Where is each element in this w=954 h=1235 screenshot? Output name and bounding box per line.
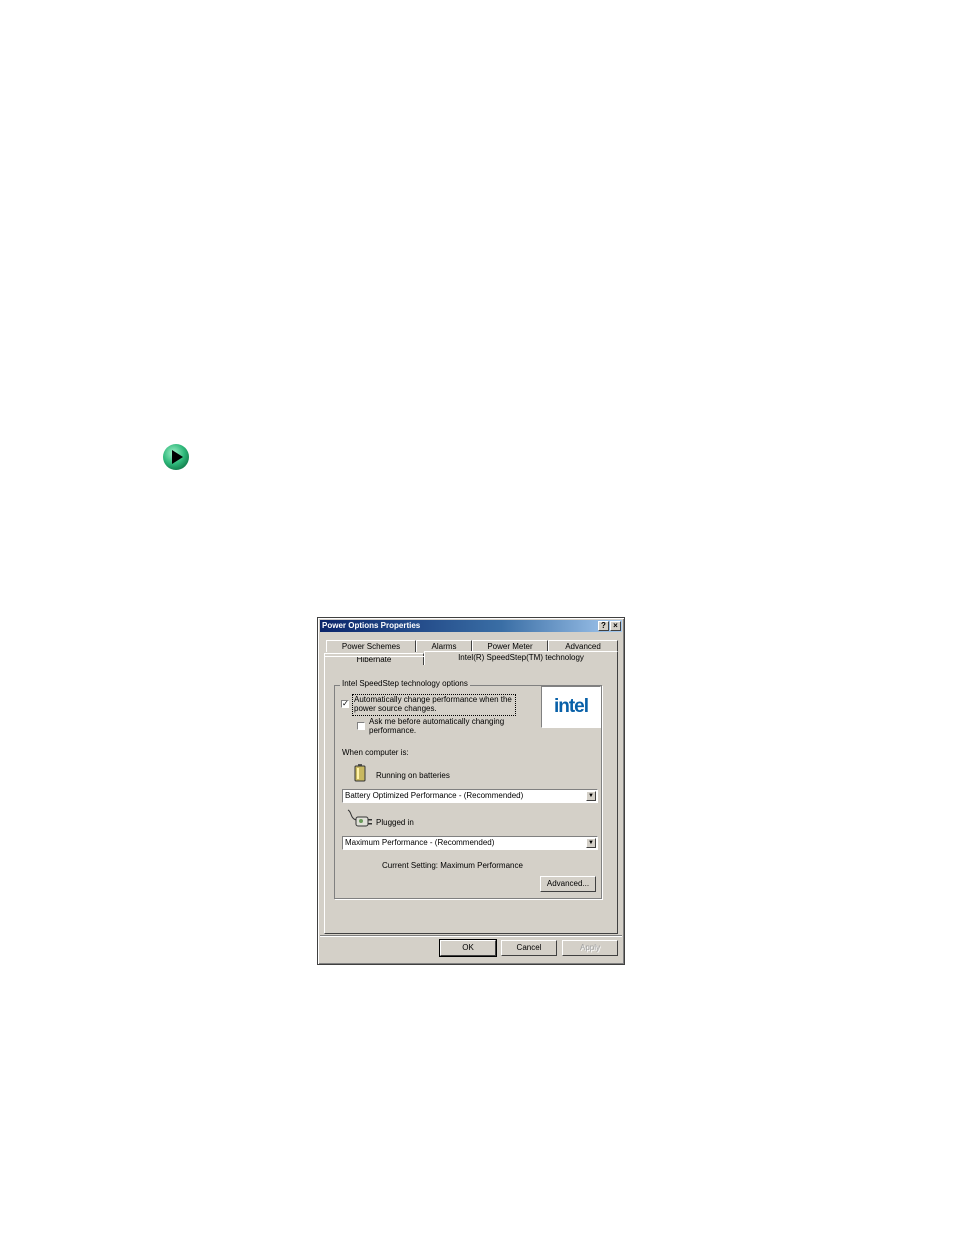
close-button[interactable]: × [610, 621, 621, 631]
cancel-button[interactable]: Cancel [501, 940, 557, 956]
tab-speedstep[interactable]: Intel(R) SpeedStep(TM) technology [424, 651, 618, 665]
tab-power-schemes[interactable]: Power Schemes [326, 640, 416, 652]
advanced-settings-button[interactable]: Advanced... [540, 876, 596, 892]
plug-icon [347, 809, 372, 827]
apply-button[interactable]: Apply [562, 940, 618, 956]
group-label: Intel SpeedStep technology options [340, 679, 470, 689]
batteries-performance-select[interactable]: Battery Optimized Performance - (Recomme… [342, 789, 598, 803]
plugged-select-value: Maximum Performance - (Recommended) [345, 838, 495, 847]
plugged-in-label: Plugged in [376, 818, 414, 827]
chevron-down-icon[interactable]: ▼ [586, 791, 596, 801]
intel-logo: intel [541, 686, 601, 728]
chevron-down-icon[interactable]: ▼ [586, 838, 596, 848]
help-button[interactable]: ? [598, 621, 609, 631]
power-options-dialog: Power Options Properties ? × Power Schem… [317, 617, 625, 965]
arrow-bullet-icon [163, 444, 189, 470]
footer-divider [320, 935, 622, 937]
ask-me-label-line2[interactable]: performance. [369, 726, 416, 736]
batteries-label: Running on batteries [376, 771, 450, 780]
auto-change-checkbox[interactable]: ✓ [341, 700, 349, 708]
batteries-select-value: Battery Optimized Performance - (Recomme… [345, 791, 524, 800]
when-computer-label: When computer is: [342, 748, 409, 757]
current-setting-text: Current Setting: Maximum Performance [382, 861, 523, 870]
window-title: Power Options Properties [322, 621, 421, 630]
ask-me-checkbox[interactable] [357, 722, 365, 730]
plugged-performance-select[interactable]: Maximum Performance - (Recommended) ▼ [342, 836, 598, 850]
ok-button[interactable]: OK [439, 939, 497, 957]
title-bar: Power Options Properties ? × [320, 620, 622, 632]
auto-change-label-line2[interactable]: power source changes. [354, 704, 437, 714]
battery-icon [354, 764, 366, 782]
